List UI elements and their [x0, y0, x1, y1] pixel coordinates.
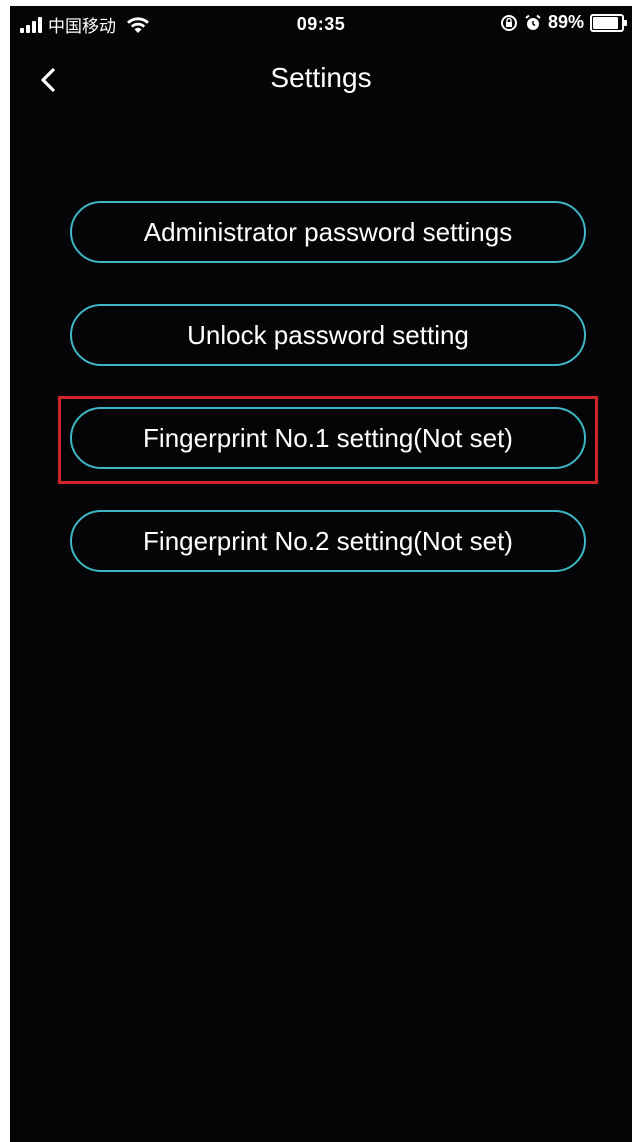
fingerprint-1-setting-button[interactable]: Fingerprint No.1 setting(Not set) [70, 407, 586, 469]
phone-screen: 中国移动 09:35 89% Settings Administrator pa… [10, 6, 632, 1142]
rotation-lock-icon [500, 14, 517, 31]
status-right: 89% [500, 12, 627, 33]
alarm-icon [525, 14, 541, 30]
nav-bar: Settings [10, 42, 632, 114]
battery-icon [590, 13, 627, 32]
page-title: Settings [270, 62, 372, 93]
admin-password-settings-button[interactable]: Administrator password settings [70, 201, 586, 263]
menu-item-label: Unlock password setting [187, 319, 469, 350]
fingerprint-2-setting-button[interactable]: Fingerprint No.2 setting(Not set) [70, 510, 586, 572]
battery-fill [593, 16, 618, 29]
unlock-password-setting-button[interactable]: Unlock password setting [70, 304, 586, 366]
menu-item-label: Fingerprint No.2 setting(Not set) [143, 525, 513, 556]
status-bar: 中国移动 09:35 89% [10, 6, 632, 42]
battery-percent: 89% [547, 12, 584, 32]
menu-item-label: Administrator password settings [143, 216, 513, 247]
menu-item-label: Fingerprint No.1 setting(Not set) [143, 422, 513, 453]
